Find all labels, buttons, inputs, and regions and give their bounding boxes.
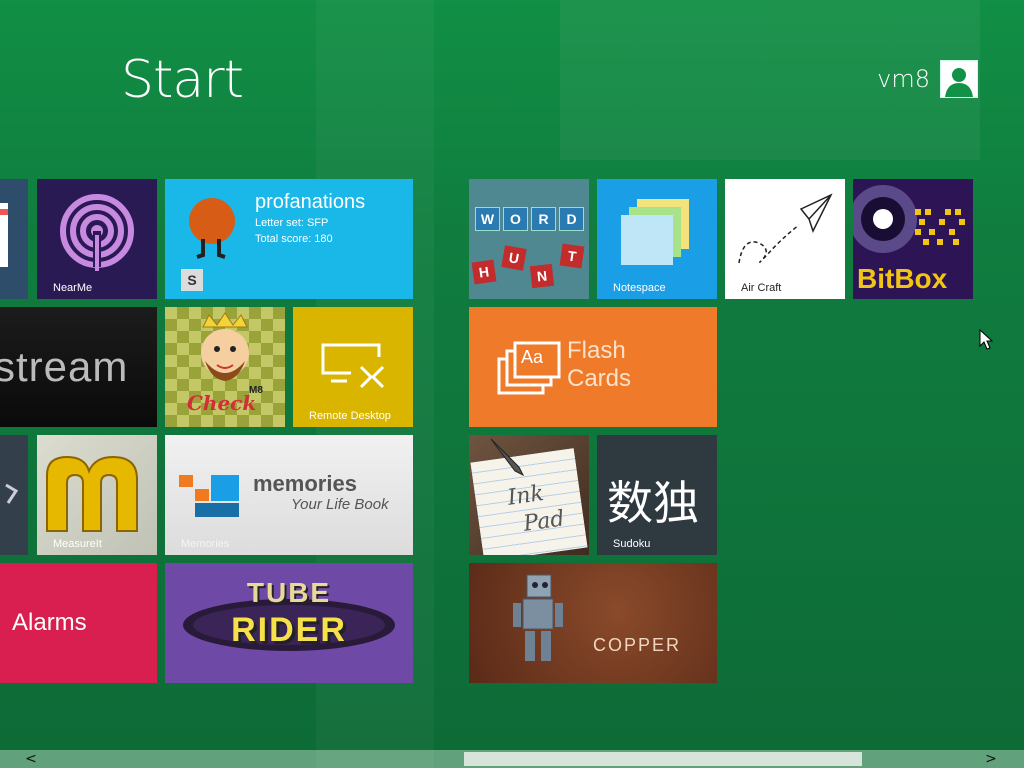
bitbox-logo: BitBox	[857, 263, 948, 294]
tile-inkpad[interactable]: Ink Pad	[469, 435, 589, 555]
tile-tuberider[interactable]: TUBE RIDER	[165, 563, 413, 683]
tile-measureit[interactable]: MeasureIt	[37, 435, 157, 555]
tile-label: Air Craft	[741, 282, 782, 294]
memories-subtitle: Your Life Book	[291, 496, 389, 513]
tuberider-line2: RIDER	[231, 611, 347, 649]
nearme-icon	[60, 194, 134, 271]
tile-label: Memories	[181, 538, 230, 550]
tile-profanations[interactable]: profanations Letter set: SFP Total score…	[165, 179, 413, 299]
checkm8-logo: Check	[187, 391, 257, 415]
memories-title: memories	[253, 471, 357, 496]
flashcards-line2: Cards	[567, 365, 632, 392]
wordhunt-letter: T	[559, 243, 585, 269]
tile-remote-desktop[interactable]: Remote Desktop	[293, 307, 413, 427]
profanations-letterset: Letter set: SFP	[255, 217, 329, 229]
sudoku-chars: 数独	[607, 477, 699, 529]
horizontal-scrollbar[interactable]: < >	[0, 750, 1024, 768]
user-avatar-icon	[941, 63, 977, 97]
profanations-badge-icon: S	[181, 269, 203, 291]
tile-bitbox[interactable]: BitBox	[853, 179, 973, 299]
tile-nearme[interactable]: NearMe	[37, 179, 157, 299]
memories-icon	[179, 475, 243, 519]
tile-alarms[interactable]: Alarms	[0, 563, 157, 683]
remote-desktop-icon	[321, 343, 385, 389]
wordhunt-letter: U	[501, 245, 527, 271]
tile-sudoku[interactable]: 数独 Sudoku	[597, 435, 717, 555]
tile-label: Remote Desktop	[309, 410, 391, 422]
wordhunt-letter: N	[529, 263, 555, 289]
profanations-title: profanations	[255, 191, 366, 213]
profanations-score: Total score: 180	[255, 233, 333, 245]
wordhunt-letter: H	[471, 259, 497, 285]
page-title: Start	[121, 50, 244, 110]
sticky-notes-icon	[621, 199, 689, 265]
scroll-left-button[interactable]: <	[22, 750, 40, 768]
robot-icon	[513, 574, 563, 661]
tile-label: Notespace	[613, 282, 666, 294]
tile-checkm8[interactable]: Check M8	[165, 307, 285, 427]
partial-icon	[5, 483, 19, 504]
user-account[interactable]: vm8	[877, 60, 978, 98]
tile-memories[interactable]: memories Your Life Book Memories	[165, 435, 413, 555]
checkm8-sup: M8	[249, 385, 263, 396]
flashcards-line1: Flash	[567, 337, 626, 364]
measureit-icon	[46, 455, 138, 532]
avatar[interactable]	[940, 60, 978, 98]
tile-partial-3[interactable]	[0, 435, 28, 555]
tile-label: MeasureIt	[53, 538, 102, 550]
copper-label: COPPER	[593, 635, 682, 655]
scroll-right-button[interactable]: >	[982, 750, 1000, 768]
alarms-label: Alarms	[12, 609, 87, 636]
tile-stream[interactable]: stream	[0, 307, 157, 427]
tile-label: NearMe	[53, 282, 93, 294]
tile-copper[interactable]: COPPER	[469, 563, 717, 683]
tile-label: Sudoku	[613, 538, 651, 550]
tile-wordhunt[interactable]: W O R D H U N T	[469, 179, 589, 299]
wordhunt-letters-top: W O R D	[475, 207, 584, 231]
tuberider-line1: TUBE	[246, 577, 332, 608]
tile-partial-1[interactable]	[0, 179, 28, 299]
scroll-thumb[interactable]	[464, 752, 862, 766]
paper-plane-icon	[738, 193, 833, 264]
tile-aircraft[interactable]: Air Craft	[725, 179, 845, 299]
tile-flashcards[interactable]: Aa Flash Cards	[469, 307, 717, 427]
pen-icon	[490, 438, 525, 477]
flashcards-icon-text: Aa	[521, 347, 544, 367]
tile-notespace[interactable]: Notespace	[597, 179, 717, 299]
user-name: vm8	[877, 65, 930, 93]
mouse-cursor-icon	[979, 329, 993, 350]
stream-logo: stream	[0, 343, 129, 390]
